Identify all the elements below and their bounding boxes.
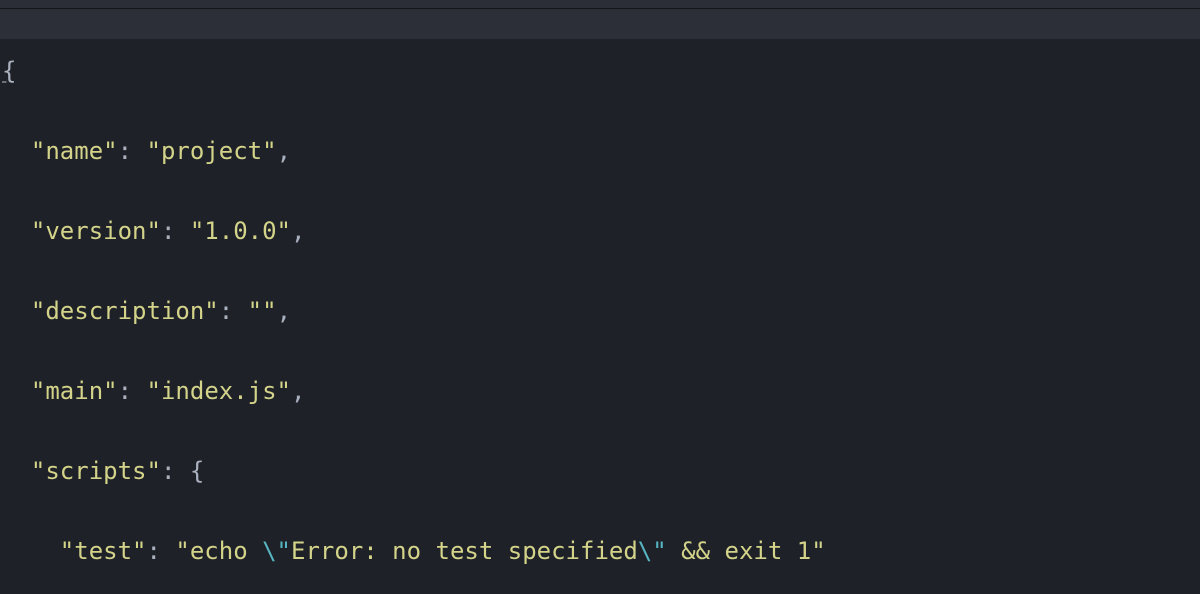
comma-icon: , [277,297,291,325]
brace-open-icon: { [190,457,204,485]
code-line[interactable]: "version": "1.0.0", [2,211,1200,251]
json-string: "index.js" [147,377,292,405]
colon-icon: : [219,297,248,325]
code-line[interactable]: "description": "", [2,291,1200,331]
colon-icon: : [147,537,176,565]
json-key: "scripts" [31,457,161,485]
code-editor[interactable]: { "name": "project", "version": "1.0.0",… [0,11,1200,594]
colon-icon: : [161,457,190,485]
code-line[interactable]: { [2,51,1200,91]
escape-char: \" [262,537,291,565]
colon-icon: : [118,377,147,405]
json-string: "echo [175,537,262,565]
json-key: "main" [31,377,118,405]
json-string: Error: no test specified [291,537,638,565]
json-string: && exit 1" [667,537,826,565]
escape-char: \" [638,537,667,565]
brace-open-icon: { [2,57,16,85]
code-line[interactable]: "name": "project", [2,131,1200,171]
colon-icon: : [161,217,190,245]
json-key: "version" [31,217,161,245]
code-line[interactable]: "main": "index.js", [2,371,1200,411]
colon-icon: : [118,137,147,165]
code-line[interactable]: "scripts": { [2,451,1200,491]
code-line[interactable]: "test": "echo \"Error: no test specified… [2,531,1200,571]
json-key: "test" [60,537,147,565]
comma-icon: , [277,137,291,165]
json-string: "" [248,297,277,325]
editor-tab-strip [0,0,1200,9]
json-key: "name" [31,137,118,165]
comma-icon: , [291,377,305,405]
json-string: "project" [147,137,277,165]
json-key: "description" [31,297,219,325]
comma-icon: , [291,217,305,245]
json-string: "1.0.0" [190,217,291,245]
